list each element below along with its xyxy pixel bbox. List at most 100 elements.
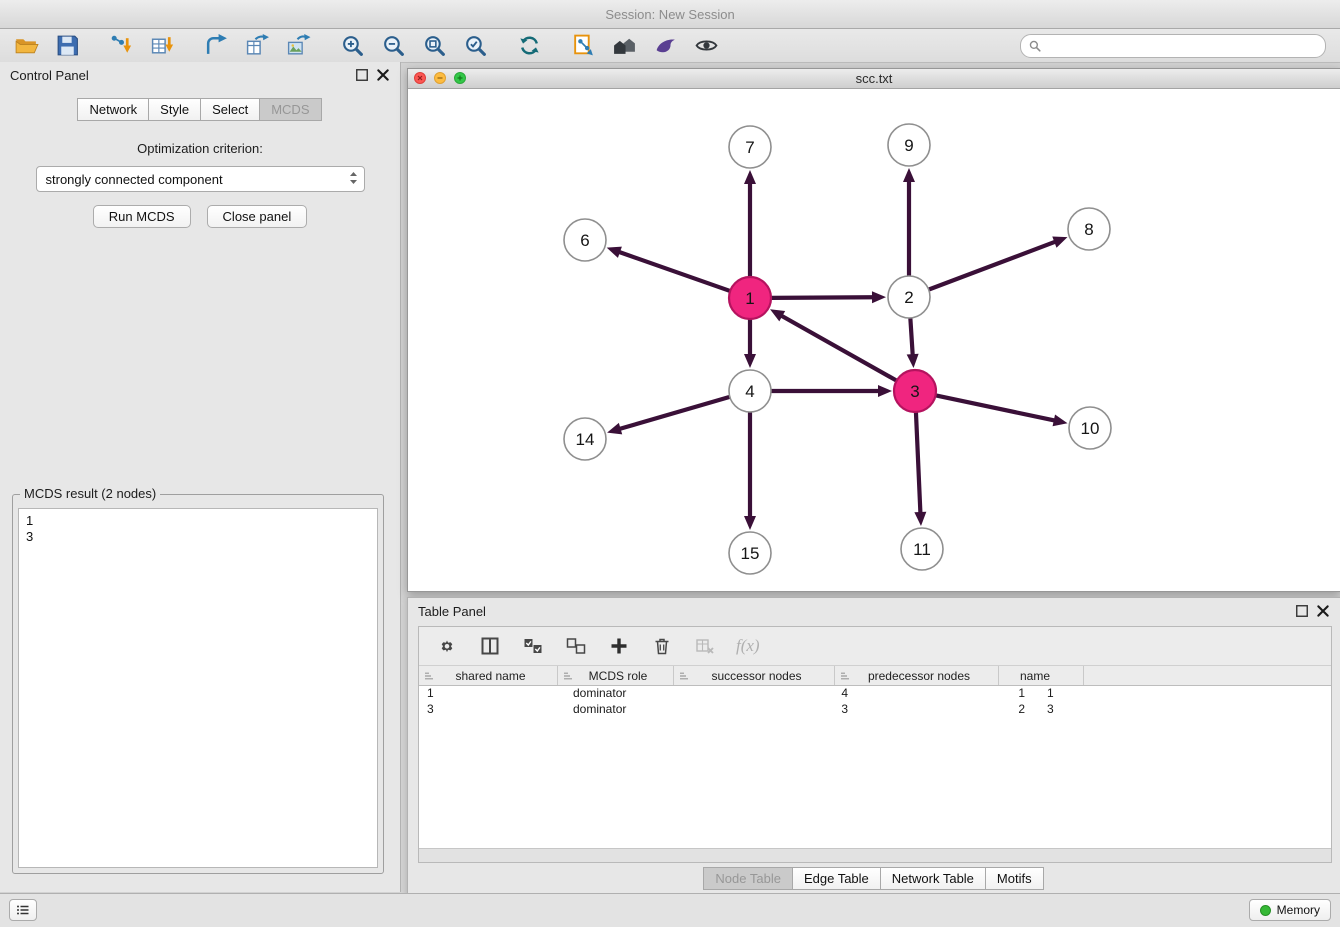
column-header-successor-nodes[interactable]: successor nodes: [674, 666, 835, 685]
tab-select[interactable]: Select: [200, 98, 260, 121]
graph-edge[interactable]: [930, 242, 1055, 289]
cell-mcds-role[interactable]: dominator: [565, 686, 688, 702]
network-canvas[interactable]: 7968124314101511: [408, 89, 1340, 591]
table-empty-area: [419, 718, 1331, 848]
column-header-filler: [1084, 666, 1331, 685]
unselect-all-columns-button[interactable]: [564, 634, 588, 658]
graph-edge[interactable]: [910, 319, 912, 354]
close-panel-action-button[interactable]: Close panel: [207, 205, 308, 228]
import-table-button[interactable]: [148, 32, 176, 60]
open-session-button[interactable]: [12, 32, 40, 60]
graph-edge-arrowhead: [907, 354, 919, 368]
refresh-icon: [517, 33, 542, 58]
delete-table-button[interactable]: [693, 634, 717, 658]
zoom-fit-icon: [422, 33, 447, 58]
add-column-button[interactable]: [607, 634, 631, 658]
sort-icon: [424, 671, 434, 681]
graph-edge[interactable]: [937, 396, 1054, 421]
cell-name[interactable]: 1: [1039, 686, 1131, 702]
tab-network[interactable]: Network: [77, 98, 149, 121]
result-line: 1: [26, 513, 370, 529]
horizontal-scrollbar[interactable]: [419, 848, 1331, 862]
run-mcds-button[interactable]: Run MCDS: [93, 205, 191, 228]
graph-edge[interactable]: [916, 413, 920, 512]
cell-predecessor-nodes[interactable]: 2: [862, 702, 1039, 718]
cell-predecessor-nodes[interactable]: 1: [862, 686, 1039, 702]
result-line: 3: [26, 529, 370, 545]
export-image-button[interactable]: [284, 32, 312, 60]
criterion-value: strongly connected component: [46, 172, 223, 187]
cell-mcds-role[interactable]: dominator: [565, 702, 688, 718]
window-close-button[interactable]: [414, 72, 426, 84]
show-columns-button[interactable]: [478, 634, 502, 658]
trash-icon: [652, 636, 672, 656]
cell-name[interactable]: 3: [1039, 702, 1131, 718]
tab-network-table[interactable]: Network Table: [880, 867, 986, 890]
window-minimize-button[interactable]: [434, 72, 446, 84]
show-hide-button[interactable]: [692, 32, 720, 60]
tab-mcds[interactable]: MCDS: [259, 98, 321, 121]
tab-edge-table[interactable]: Edge Table: [792, 867, 881, 890]
zoom-in-button[interactable]: [338, 32, 366, 60]
network-window-titlebar[interactable]: scc.txt: [408, 69, 1340, 89]
memory-button[interactable]: Memory: [1249, 899, 1331, 921]
column-header-predecessor-nodes[interactable]: predecessor nodes: [835, 666, 999, 685]
refresh-view-button[interactable]: [515, 32, 543, 60]
float-table-panel-button[interactable]: [1295, 604, 1309, 618]
cell-successor-nodes[interactable]: 3: [688, 702, 862, 718]
cell-shared-name[interactable]: 1: [419, 686, 565, 702]
open-folder-icon: [14, 33, 39, 58]
zoom-fit-button[interactable]: [420, 32, 448, 60]
save-session-button[interactable]: [53, 32, 81, 60]
search-input[interactable]: [1046, 37, 1317, 54]
tab-style[interactable]: Style: [148, 98, 201, 121]
zoom-selected-button[interactable]: [461, 32, 489, 60]
export-network-button[interactable]: [202, 32, 230, 60]
table-tabs: Node Table Edge Table Network Table Moti…: [408, 867, 1340, 890]
main-toolbar: [0, 29, 1340, 63]
window-zoom-button[interactable]: [454, 72, 466, 84]
select-all-columns-button[interactable]: [521, 634, 545, 658]
close-panel-button[interactable]: [376, 68, 390, 82]
graph-edge-arrowhead: [607, 247, 622, 258]
zoom-out-button[interactable]: [379, 32, 407, 60]
node-table-frame: f(x) shared name MCDS role successor nod…: [418, 626, 1332, 863]
graph-edge[interactable]: [772, 297, 872, 298]
column-header-name[interactable]: name: [999, 666, 1084, 685]
show-panels-button[interactable]: [9, 899, 37, 921]
apply-layout-button[interactable]: [569, 32, 597, 60]
graph-node-label: 10: [1081, 419, 1100, 438]
graph-edge[interactable]: [782, 316, 896, 380]
sort-icon: [563, 671, 573, 681]
table-row[interactable]: 3 dominator 3 2 3: [419, 702, 1331, 718]
tab-motifs[interactable]: Motifs: [985, 867, 1044, 890]
app-titlebar: Session: New Session: [0, 0, 1340, 29]
column-header-mcds-role[interactable]: MCDS role: [558, 666, 674, 685]
table-panel: Table Panel: [407, 597, 1340, 894]
graph-edge[interactable]: [620, 252, 729, 290]
float-panel-button[interactable]: [355, 68, 369, 82]
zoom-selected-icon: [463, 33, 488, 58]
mcds-result-text[interactable]: 1 3: [18, 508, 378, 868]
eye-icon: [694, 33, 719, 58]
export-network-icon: [204, 33, 229, 58]
column-header-shared-name[interactable]: shared name: [419, 666, 558, 685]
import-network-button[interactable]: [107, 32, 135, 60]
network-graph[interactable]: 7968124314101511: [408, 89, 1338, 590]
tab-node-table[interactable]: Node Table: [703, 867, 793, 890]
cell-shared-name[interactable]: 3: [419, 702, 565, 718]
export-table-button[interactable]: [243, 32, 271, 60]
delete-column-button[interactable]: [650, 634, 674, 658]
search-box[interactable]: [1020, 34, 1326, 58]
function-builder-icon[interactable]: f(x): [736, 636, 760, 656]
criterion-select[interactable]: strongly connected component: [36, 166, 365, 192]
network-overview-button[interactable]: [610, 32, 638, 60]
graph-edge[interactable]: [621, 397, 729, 429]
close-table-panel-button[interactable]: [1316, 604, 1330, 618]
table-row[interactable]: 1 dominator 4 1 1: [419, 686, 1331, 702]
table-settings-button[interactable]: [435, 634, 459, 658]
cell-successor-nodes[interactable]: 4: [688, 686, 862, 702]
style-button[interactable]: [651, 32, 679, 60]
network-window-title: scc.txt: [856, 71, 893, 86]
unchecked-boxes-icon: [566, 636, 586, 656]
